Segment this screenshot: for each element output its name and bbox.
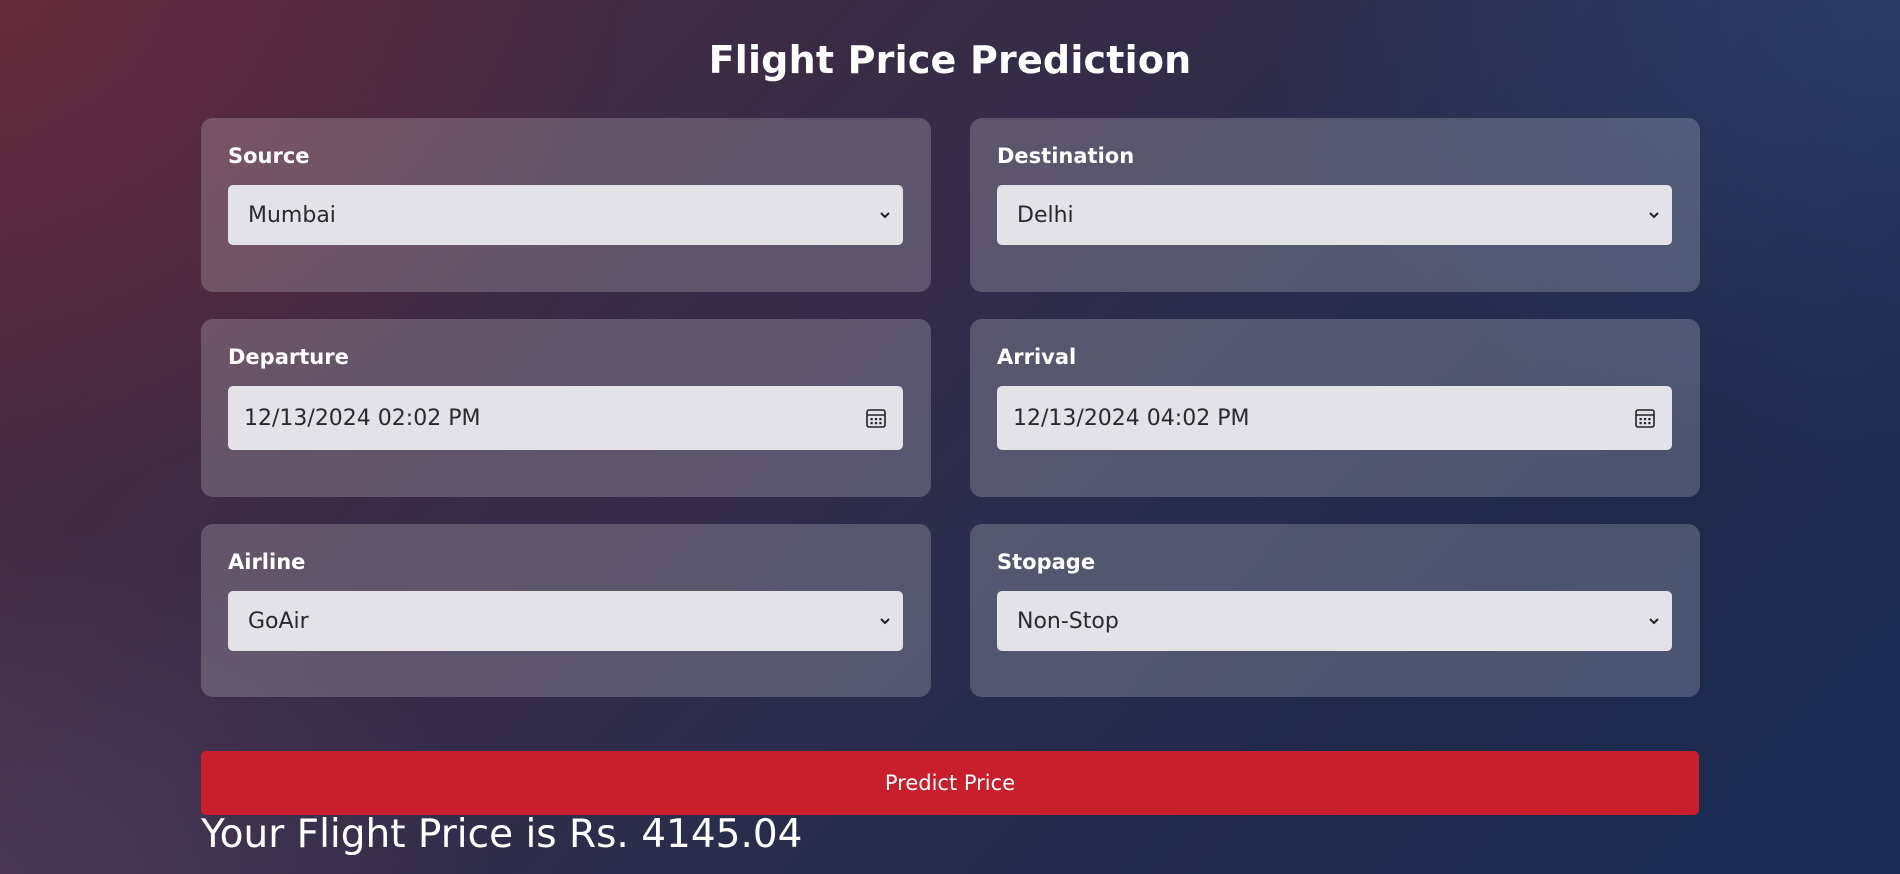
destination-card: Destination Delhi [970, 118, 1700, 292]
arrival-datetime-input[interactable]: 12/13/2024 04:02 PM [997, 386, 1672, 450]
departure-datetime-input[interactable]: 12/13/2024 02:02 PM [228, 386, 903, 450]
arrival-datetime-value: 12/13/2024 04:02 PM [1013, 405, 1250, 431]
departure-card: Departure 12/13/2024 02:02 PM [201, 319, 931, 497]
stopage-card: Stopage Non-Stop [970, 524, 1700, 697]
arrival-card: Arrival 12/13/2024 04:02 PM [970, 319, 1700, 497]
arrival-label: Arrival [997, 345, 1077, 369]
source-select-value: Mumbai [248, 202, 336, 228]
airline-label: Airline [228, 550, 306, 574]
calendar-icon[interactable] [1632, 405, 1658, 431]
page-title: Flight Price Prediction [708, 38, 1192, 82]
chevron-down-icon [1642, 609, 1666, 633]
destination-select[interactable]: Delhi [997, 185, 1672, 245]
airline-select-value: GoAir [248, 608, 309, 634]
departure-datetime-value: 12/13/2024 02:02 PM [244, 405, 481, 431]
stopage-select-value: Non-Stop [1017, 608, 1119, 634]
airline-card: Airline GoAir [201, 524, 931, 697]
airline-select[interactable]: GoAir [228, 591, 903, 651]
stopage-label: Stopage [997, 550, 1096, 574]
stopage-select[interactable]: Non-Stop [997, 591, 1672, 651]
calendar-icon[interactable] [863, 405, 889, 431]
departure-label: Departure [228, 345, 349, 369]
source-select[interactable]: Mumbai [228, 185, 903, 245]
chevron-down-icon [873, 609, 897, 633]
chevron-down-icon [873, 203, 897, 227]
destination-select-value: Delhi [1017, 202, 1074, 228]
destination-label: Destination [997, 144, 1135, 168]
source-card: Source Mumbai [201, 118, 931, 292]
chevron-down-icon [1642, 203, 1666, 227]
source-label: Source [228, 144, 310, 168]
prediction-result: Your Flight Price is Rs. 4145.04 [201, 812, 803, 857]
predict-price-button[interactable]: Predict Price [201, 751, 1699, 815]
